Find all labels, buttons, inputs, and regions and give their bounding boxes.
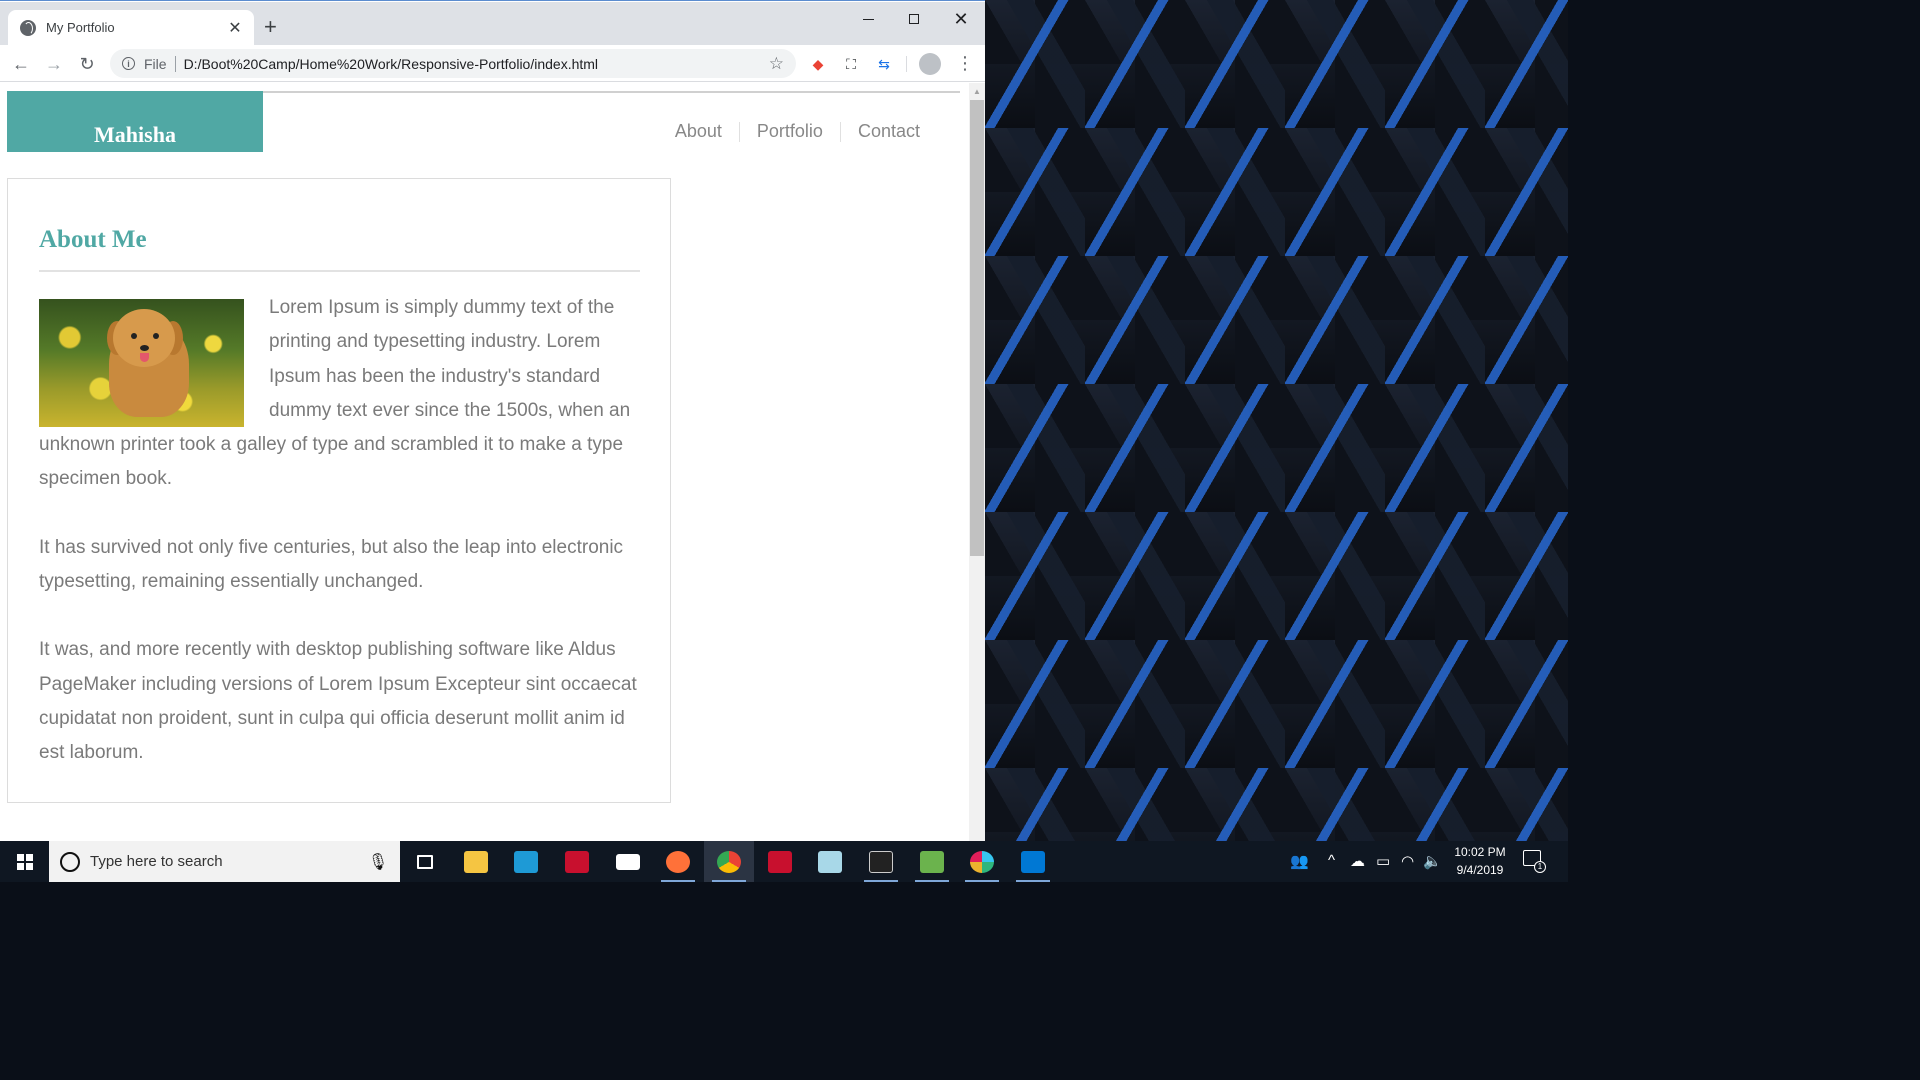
about-title: About Me [39,226,147,253]
browser-tab[interactable]: My Portfolio ✕ [8,10,254,45]
nav-portfolio[interactable]: Portfolio [740,121,840,142]
system-clock[interactable]: 10:02 PM 9/4/2019 [1440,843,1520,879]
battery-icon[interactable]: ▭ [1376,852,1390,870]
minimize-button[interactable] [845,6,891,32]
cortana-icon [60,851,80,872]
search-placeholder: Type here to search [90,853,223,870]
spreadsheet-icon[interactable] [907,841,957,882]
address-bar[interactable]: i File D:/Boot%20Camp/Home%20Work/Respon… [110,49,796,78]
chrome-icon[interactable] [704,841,754,882]
nav-contact[interactable]: Contact [841,121,937,142]
forward-button[interactable]: → [41,51,67,77]
globe-icon [20,19,36,36]
file-explorer-icon[interactable] [451,841,501,882]
about-divider [39,270,640,272]
puppy-photo [39,299,244,427]
volume-icon[interactable]: 🔈 [1423,852,1442,870]
about-paragraph: It has survived not only five centuries,… [39,536,624,593]
address-separator [174,55,176,72]
start-button[interactable] [0,841,49,882]
toolbar-divider [906,56,907,72]
main-nav: About Portfolio Contact [658,121,937,142]
mcafee-shield-icon[interactable] [755,841,805,882]
mail-icon[interactable] [603,841,653,882]
browser-window: My Portfolio ✕ + ✕ ← → ↻ i File D:/Boot%… [0,0,985,842]
scheme-label: File [144,55,167,72]
close-window-button[interactable]: ✕ [938,6,984,32]
show-hidden-icons-chevron-icon[interactable]: ^ [1328,852,1335,869]
brand-logo[interactable]: Mahisha [7,91,263,152]
scroll-up-arrow-icon[interactable]: ▲ [969,83,985,100]
about-body: Lorem Ipsum is simply dummy text of the … [39,291,644,805]
clock-time: 10:02 PM [1454,845,1506,859]
page-viewport: Mahisha About Portfolio Contact About Me [0,83,969,842]
taskbar-search[interactable]: Type here to search 🎙 [49,841,400,882]
browser-toolbar: ← → ↻ i File D:/Boot%20Camp/Home%20Work/… [0,45,985,82]
notification-count: 1 [1534,861,1546,873]
url-text[interactable]: D:/Boot%20Camp/Home%20Work/Responsive-Po… [184,56,769,72]
people-icon[interactable]: 👥 [1290,852,1309,870]
vertical-scrollbar[interactable]: ▲ [969,83,985,842]
bookmark-star-icon[interactable]: ☆ [769,54,784,74]
nav-about[interactable]: About [658,121,739,142]
windows-logo-icon [16,853,33,870]
new-tab-button[interactable]: + [264,16,277,38]
profile-avatar[interactable] [919,53,941,75]
vscode-icon[interactable] [1008,841,1058,882]
mcafee-icon[interactable] [552,841,602,882]
screenshot-extension-icon[interactable]: ⛶ [841,54,861,74]
back-button[interactable]: ← [8,51,34,77]
tab-close-icon[interactable]: ✕ [226,18,244,38]
extension-icon[interactable]: ◆ [808,54,828,74]
header-rule [263,91,960,93]
clock-date: 9/4/2019 [1456,863,1504,877]
firefox-icon[interactable] [653,841,703,882]
maximize-button[interactable] [891,6,937,32]
windows-taskbar: Type here to search 🎙 👥 ^ ☁ ▭ ◠ 🔈 10:02 … [0,841,1568,882]
action-center-icon[interactable]: 1 [1523,850,1547,874]
antivirus-warning-icon[interactable]: ☁ [1350,852,1365,870]
notes-icon[interactable] [805,841,855,882]
slack-icon[interactable] [957,841,1007,882]
lexmark-icon[interactable] [501,841,551,882]
about-paragraph: It was, and more recently with desktop p… [39,639,637,764]
terminal-icon[interactable] [856,841,906,882]
reload-button[interactable]: ↻ [74,51,100,77]
info-icon[interactable]: i [122,57,135,70]
wifi-icon[interactable]: ◠ [1401,852,1414,870]
scrollbar-thumb[interactable] [970,100,984,556]
tab-title: My Portfolio [46,20,115,35]
task-view-icon[interactable] [400,841,450,882]
desktop-wallpaper [985,0,1568,841]
about-card: About Me Lorem Ipsum is simply dummy tex… [7,178,671,803]
browser-menu-icon[interactable]: ⋮ [956,53,974,75]
tab-strip: My Portfolio ✕ + ✕ [0,2,985,45]
microphone-icon[interactable]: 🎙 [366,852,390,872]
sync-extension-icon[interactable]: ⇆ [874,54,894,74]
